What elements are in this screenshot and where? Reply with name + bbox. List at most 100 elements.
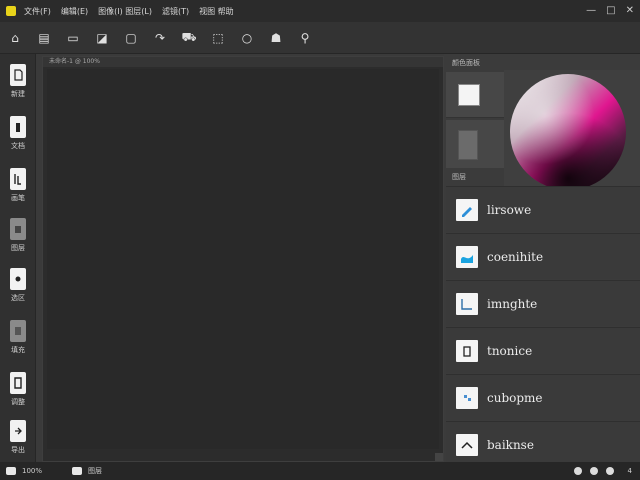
window-controls: — □ ✕ xyxy=(586,4,634,18)
car-glyph: ⛟ xyxy=(181,29,197,44)
shirt-icon[interactable]: ⚲ xyxy=(296,29,314,47)
menu-file[interactable]: 文件(F) xyxy=(24,6,51,17)
layer-name: lirsowe xyxy=(487,202,532,217)
rail-item-export[interactable]: 导出 xyxy=(4,420,32,464)
rail-label-document: 文档 xyxy=(11,142,25,150)
zoom-level: 100% xyxy=(22,467,43,475)
list-item[interactable]: cubopme xyxy=(446,374,640,420)
layer-icon xyxy=(10,218,26,240)
layer-name: coenihite xyxy=(487,249,544,264)
grid-icon xyxy=(456,386,478,409)
image-glyph: ▭ xyxy=(67,30,79,45)
doc-icon xyxy=(456,339,478,362)
status-dot-icon[interactable] xyxy=(605,467,614,475)
color-picker xyxy=(504,70,640,194)
export-icon xyxy=(10,420,26,442)
rail-label-selection: 选区 xyxy=(11,294,25,302)
selection-icon xyxy=(10,268,26,290)
menu-image-layer[interactable]: 图像(I) 图层(L) xyxy=(98,6,152,17)
menu-bar: 文件(F) 编辑(E) 图像(I) 图层(L) 滤镜(T) 视图 帮助 — □ … xyxy=(0,0,640,22)
rail-item-adjust[interactable]: 调整 xyxy=(4,372,32,416)
layer-name: tnonice xyxy=(487,343,533,358)
new-file-icon xyxy=(10,64,26,86)
frame-glyph: ▢ xyxy=(125,30,137,45)
person-glyph: ☗ xyxy=(270,30,282,45)
maximize-button[interactable]: □ xyxy=(606,4,615,18)
rail-item-selection[interactable]: 选区 xyxy=(4,268,32,312)
status-layers-label: 图层 xyxy=(88,467,103,475)
picture-icon[interactable]: ◪ xyxy=(93,29,111,47)
drawing-canvas[interactable] xyxy=(47,69,439,449)
color-wheel[interactable] xyxy=(510,74,626,190)
document-glyph: ▤ xyxy=(38,30,50,45)
toolbar: ⌂ ▤ ▭ ◪ ▢ ↷ ⛟ ⬚ ○ ☗ ⚲ xyxy=(0,22,640,54)
right-panel: 颜色面板 图层 lirsowe coenihite imnghte tnonic… xyxy=(444,54,640,467)
layer-name: baiknse xyxy=(487,437,534,452)
home-glyph: ⌂ xyxy=(11,30,19,45)
rail-item-new[interactable]: 新建 xyxy=(4,64,32,108)
rail-item-fill[interactable]: 填充 xyxy=(4,320,32,364)
close-button[interactable]: ✕ xyxy=(626,4,634,18)
list-item[interactable]: tnonice xyxy=(446,327,640,373)
list-item[interactable]: lirsowe xyxy=(446,186,640,232)
left-tool-rail: 新建 文档 画笔 图层 选区 填充 调整 导出 xyxy=(0,54,36,462)
swatch-header: 颜色面板 xyxy=(452,59,480,67)
layers-icon[interactable] xyxy=(72,467,83,475)
brush-icon xyxy=(10,168,26,190)
document-icon[interactable]: ▤ xyxy=(35,29,53,47)
rail-item-brush[interactable]: 画笔 xyxy=(4,168,32,212)
chart-icon xyxy=(456,292,478,315)
crop-icon[interactable]: ⬚ xyxy=(209,29,227,47)
rail-label-layer: 图层 xyxy=(11,244,25,252)
layer-name: imnghte xyxy=(487,296,538,311)
rail-label-brush: 画笔 xyxy=(11,194,25,202)
adjust-icon xyxy=(10,372,26,394)
status-dot-icon[interactable] xyxy=(589,467,598,475)
app-logo-icon xyxy=(6,6,16,16)
canvas-panel: 未命名-1 @ 100% xyxy=(42,56,444,462)
crop-glyph: ⬚ xyxy=(212,30,224,45)
rail-label-new: 新建 xyxy=(11,90,25,98)
circle-glyph: ○ xyxy=(241,30,253,45)
menu-filter[interactable]: 滤镜(T) xyxy=(162,6,189,17)
layers-section-label: 图层 xyxy=(452,173,466,181)
frame-icon[interactable]: ▢ xyxy=(122,29,140,47)
rotate-glyph: ↷ xyxy=(154,30,166,45)
chat-icon[interactable] xyxy=(6,467,16,475)
rail-label-fill: 填充 xyxy=(11,346,25,354)
list-item[interactable]: imnghte xyxy=(446,280,640,326)
rail-label-export: 导出 xyxy=(11,446,25,454)
layer-list: lirsowe coenihite imnghte tnonice cubopm… xyxy=(446,186,640,467)
foreground-color-swatch[interactable] xyxy=(458,84,480,106)
chevron-icon xyxy=(456,433,478,456)
rail-label-adjust: 调整 xyxy=(11,398,25,406)
shirt-glyph: ⚲ xyxy=(300,30,310,45)
person-icon[interactable]: ☗ xyxy=(267,29,285,47)
canvas-tab[interactable]: 未命名-1 @ 100% xyxy=(43,57,443,67)
swatch-background[interactable] xyxy=(446,120,504,168)
wave-icon xyxy=(456,245,478,268)
swatch-foreground[interactable] xyxy=(446,72,504,118)
canvas-scroll-corner[interactable] xyxy=(435,453,443,461)
home-icon[interactable]: ⌂ xyxy=(6,29,24,47)
pen-icon xyxy=(456,198,478,221)
status-count: 4 xyxy=(627,467,632,475)
menu-view-help[interactable]: 视图 帮助 xyxy=(199,6,234,17)
document-icon xyxy=(10,116,26,138)
car-icon[interactable]: ⛟ xyxy=(180,29,198,47)
layer-name: cubopme xyxy=(487,390,543,405)
rail-item-document[interactable]: 文档 xyxy=(4,116,32,160)
list-item[interactable]: baiknse xyxy=(446,421,640,467)
rail-item-layer[interactable]: 图层 xyxy=(4,218,32,262)
status-right-icons: 4 xyxy=(573,467,632,475)
menu-edit[interactable]: 编辑(E) xyxy=(61,6,88,17)
rotate-icon[interactable]: ↷ xyxy=(151,29,169,47)
fill-icon xyxy=(10,320,26,342)
list-item[interactable]: coenihite xyxy=(446,233,640,279)
status-dot-icon[interactable] xyxy=(573,467,582,475)
minimize-button[interactable]: — xyxy=(586,4,596,18)
background-color-swatch[interactable] xyxy=(458,130,478,160)
status-bar: 100% 图层 4 xyxy=(0,462,640,480)
image-icon[interactable]: ▭ xyxy=(64,29,82,47)
circle-icon[interactable]: ○ xyxy=(238,29,256,47)
